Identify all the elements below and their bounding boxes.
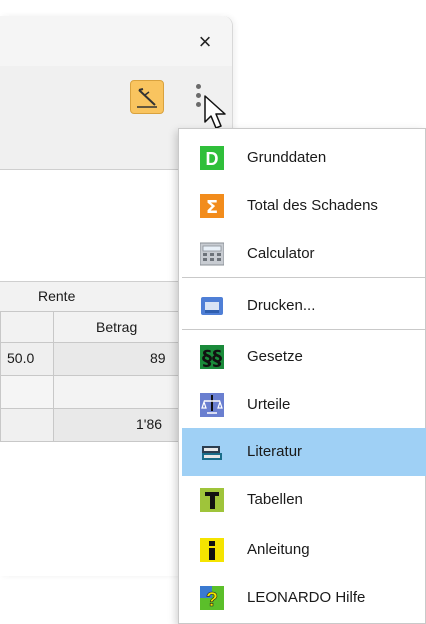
menu-separator	[182, 277, 426, 278]
pen-tool-button[interactable]	[130, 80, 164, 114]
menu-item-label: Urteile	[247, 396, 291, 413]
pen-icon	[137, 88, 157, 108]
table-corner-cell	[0, 311, 54, 343]
betrag-header: Betrag	[53, 311, 183, 343]
table-cell[interactable]	[53, 375, 183, 409]
scales-icon	[200, 393, 224, 417]
help-icon: ?	[200, 586, 224, 610]
svg-text:§§: §§	[202, 346, 222, 369]
mouse-cursor-icon	[204, 95, 226, 129]
menu-item-label: LEONARDO Hilfe	[247, 589, 366, 606]
printer-icon	[201, 297, 223, 315]
menu-item-label: Calculator	[247, 245, 315, 262]
menu-item-grunddaten[interactable]: D Grunddaten	[182, 136, 426, 180]
more-options-icon[interactable]	[193, 84, 203, 114]
menu-item-anleitung[interactable]: Anleitung	[182, 528, 426, 572]
menu-item-label: Grunddaten	[247, 149, 327, 166]
rente-header: Rente	[38, 288, 76, 304]
table-cell[interactable]: 50.0	[0, 342, 54, 376]
close-icon[interactable]: ×	[195, 31, 215, 53]
menu-item-literatur[interactable]: Literatur	[182, 428, 426, 476]
menu-item-label: Gesetze	[247, 348, 303, 365]
menu-item-label: Tabellen	[247, 491, 303, 508]
menu-item-label: Literatur	[247, 443, 303, 460]
table-cell[interactable]: 89	[53, 342, 183, 376]
menu-item-leonardo-hilfe[interactable]: ? LEONARDO Hilfe	[182, 576, 426, 620]
table-icon	[200, 488, 224, 512]
menu-item-calculator[interactable]: Calculator	[182, 232, 426, 276]
books-icon	[202, 446, 222, 460]
table-cell[interactable]	[0, 408, 54, 442]
svg-text:D: D	[206, 149, 219, 169]
svg-text:Σ: Σ	[206, 197, 218, 218]
menu-separator	[182, 329, 426, 330]
paragraph-icon: §§	[200, 345, 224, 369]
table-cell[interactable]: 1'86	[53, 408, 183, 442]
menu-item-label: Total des Schadens	[247, 197, 378, 214]
menu-item-tabellen[interactable]: Tabellen	[182, 478, 426, 522]
menu-item-gesetze[interactable]: §§ Gesetze	[182, 335, 426, 379]
grunddaten-icon: D	[200, 146, 224, 170]
info-icon	[200, 538, 224, 562]
menu-item-drucken[interactable]: Drucken...	[182, 284, 426, 328]
menu-item-label: Drucken...	[247, 297, 316, 314]
menu-item-urteile[interactable]: Urteile	[182, 383, 426, 427]
menu-item-label: Anleitung	[247, 541, 310, 558]
calculator-icon	[200, 242, 224, 266]
table-cell[interactable]	[0, 375, 54, 409]
svg-text:?: ?	[206, 589, 218, 610]
sigma-icon: Σ	[200, 194, 224, 218]
menu-item-total-des-schadens[interactable]: Σ Total des Schadens	[182, 184, 426, 228]
